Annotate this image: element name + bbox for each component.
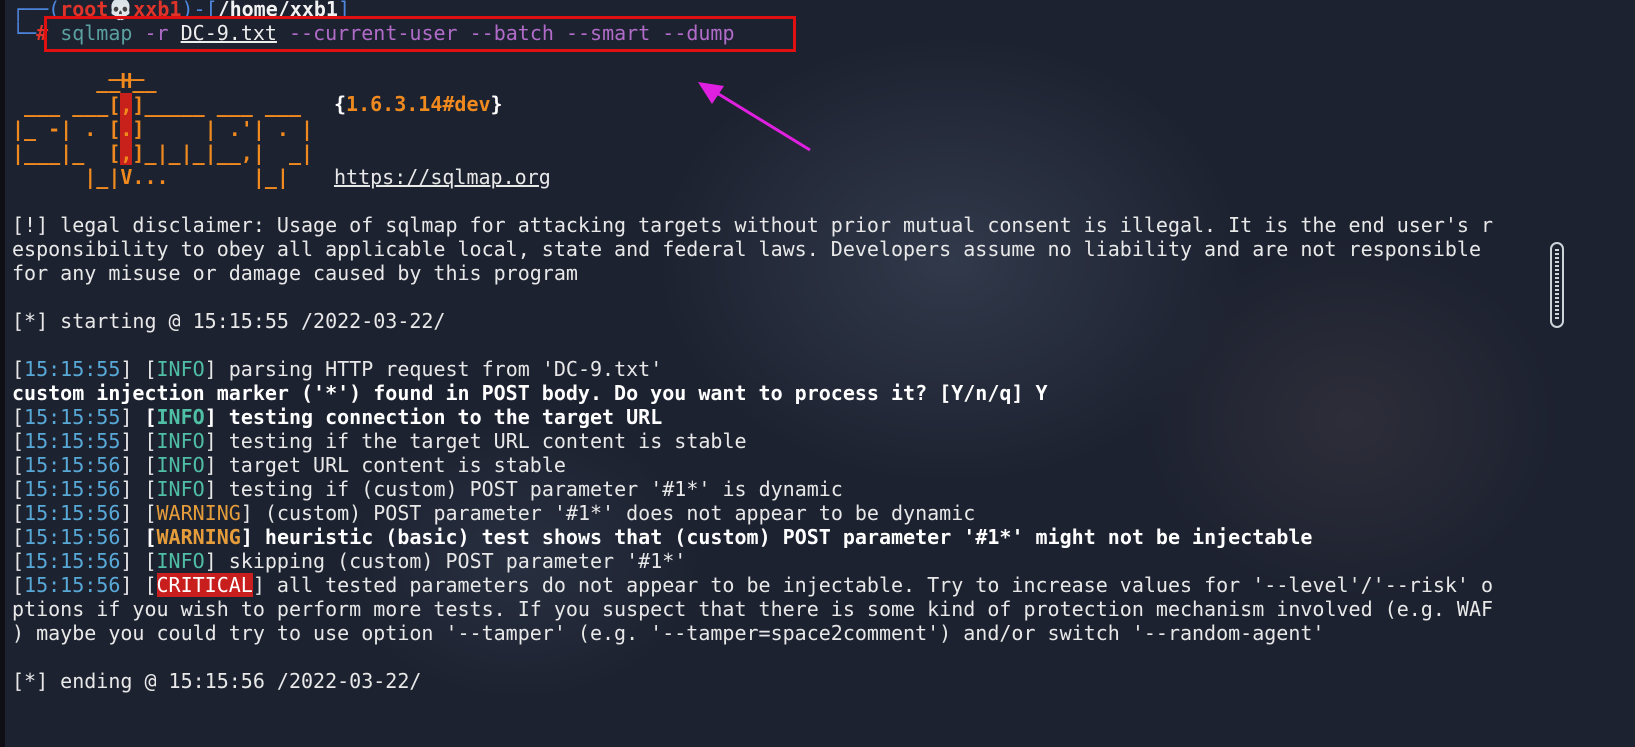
- version-label: {1.6.3.14#dev}: [334, 92, 503, 117]
- log-timestamp: 15:15:56: [24, 573, 121, 597]
- log-timestamp: 15:15:56: [24, 501, 121, 525]
- disclaimer-line: for any misuse or damage caused by this …: [12, 261, 578, 285]
- log-line: [15:15:56] [WARNING] heuristic (basic) t…: [12, 525, 1313, 549]
- log-line: [15:15:55] [INFO] testing connection to …: [12, 405, 663, 429]
- log-timestamp: 15:15:55: [24, 357, 121, 381]
- log-line: [15:15:55] [INFO] testing if the target …: [12, 429, 747, 453]
- logo-mark: ,: [120, 93, 133, 117]
- log-message: (custom) POST parameter '#1*' does not a…: [252, 501, 976, 525]
- annotation-arrow-icon: [698, 82, 811, 152]
- log-level-info: INFO: [156, 549, 205, 573]
- log-timestamp: 15:15:56: [24, 477, 121, 501]
- logo-line-4: |_ -| . [.] | .'| . |: [12, 117, 313, 141]
- ending-line: [*] ending @ 15:15:56 /2022-03-22/: [12, 669, 422, 693]
- log-line: [15:15:56] [CRITICAL] all tested paramet…: [12, 573, 1494, 597]
- logo-text: ] | .'| . |: [132, 117, 314, 141]
- version-brace: }: [490, 92, 503, 116]
- log-line: [15:15:56] [INFO] skipping (custom) POST…: [12, 549, 687, 573]
- log-message: target URL content is stable: [216, 453, 566, 477]
- logo-line-3: ___ ___[,]_____ ___ ___: [12, 93, 325, 117]
- logo-line-5: |___|_ [,]_|_|_|__,| _|: [12, 141, 313, 165]
- log-timestamp: 15:15:56: [24, 525, 121, 549]
- version-number: 1.6.3.14#dev: [346, 92, 491, 116]
- log-level-info: INFO: [156, 453, 205, 477]
- sqlmap-url-link[interactable]: https://sqlmap.org: [334, 165, 551, 190]
- disclaimer-line: esponsibility to obey all applicable loc…: [12, 237, 1482, 261]
- log-message: testing if the target URL content is sta…: [216, 429, 747, 453]
- scrollbar-grip-icon[interactable]: [1555, 249, 1559, 321]
- command-highlight-box: [44, 16, 796, 52]
- logo-text: |_ -| . [: [12, 117, 121, 141]
- log-level-info: INFO: [156, 357, 205, 381]
- log-timestamp: 15:15:55: [24, 405, 121, 429]
- log-message: skipping (custom) POST parameter '#1*': [216, 549, 687, 573]
- prompt-corner: └─: [12, 21, 37, 45]
- logo-mark: .: [120, 117, 133, 141]
- terminal-scrollbar[interactable]: [1550, 242, 1564, 328]
- log-line: [15:15:56] [WARNING] (custom) POST param…: [12, 501, 976, 525]
- log-line: [15:15:55] [INFO] parsing HTTP request f…: [12, 357, 663, 381]
- log-level-info: INFO: [156, 405, 205, 429]
- log-message: heuristic (basic) test shows that (custo…: [252, 525, 1313, 549]
- log-timestamp: 15:15:56: [24, 453, 121, 477]
- log-level-warning: WARNING: [156, 501, 241, 525]
- log-timestamp: 15:15:55: [24, 429, 121, 453]
- log-line-prompt: custom injection marker ('*') found in P…: [12, 381, 1048, 405]
- log-timestamp: 15:15:56: [24, 549, 121, 573]
- disclaimer-line: [!] legal disclaimer: Usage of sqlmap fo…: [12, 213, 1494, 237]
- terminal-output[interactable]: ┌──(root💀xxb1)-[/home/xxb1] └─# sqlmap -…: [0, 0, 1620, 747]
- log-level-warning: WARNING: [156, 525, 241, 549]
- log-line: ptions if you wish to perform more tests…: [12, 597, 1494, 621]
- logo-mark: ,: [120, 141, 133, 165]
- starting-line: [*] starting @ 15:15:55 /2022-03-22/: [12, 309, 446, 333]
- logo-line-6: |_|V... |_|: [12, 165, 326, 189]
- logo-text: ]_____ ___ ___: [132, 93, 326, 117]
- logo-text: ___ ___[: [12, 93, 121, 117]
- log-line: ) maybe you could try to use option '--t…: [12, 621, 1325, 645]
- version-brace: {: [334, 92, 347, 116]
- log-level-info: INFO: [156, 477, 205, 501]
- log-line: [15:15:56] [INFO] target URL content is …: [12, 453, 566, 477]
- log-message: all tested parameters do not appear to b…: [264, 573, 1494, 597]
- log-message: testing if (custom) POST parameter '#1*'…: [216, 477, 843, 501]
- log-level-critical: CRITICAL: [156, 573, 253, 597]
- log-line: [15:15:56] [INFO] testing if (custom) PO…: [12, 477, 843, 501]
- logo-text: |___|_ [: [12, 141, 121, 165]
- log-message: parsing HTTP request from 'DC-9.txt': [216, 357, 663, 381]
- log-message: testing connection to the target URL: [216, 405, 663, 429]
- logo-line-2: __H__: [12, 69, 157, 93]
- log-level-info: INFO: [156, 429, 205, 453]
- logo-text: ]_|_|_|__,| _|: [132, 141, 314, 165]
